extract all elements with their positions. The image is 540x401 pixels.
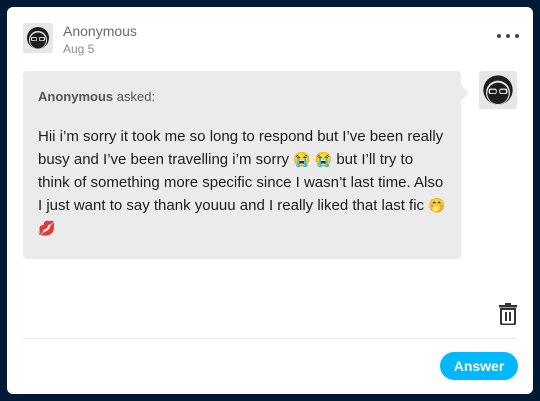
anonymous-sunglasses-icon (483, 75, 513, 105)
more-options-button[interactable] (497, 29, 519, 43)
ask-card: Anonymous Aug 5 Anonymous asked: Hii i’m… (7, 7, 533, 394)
crying-face-emoji: 😭 (293, 151, 311, 167)
asked-suffix: asked: (116, 89, 156, 104)
kiss-mark-emoji: 💋 (38, 220, 56, 236)
asked-line: Anonymous asked: (38, 89, 155, 104)
author-name[interactable]: Anonymous (63, 23, 137, 39)
trash-icon (499, 303, 517, 326)
answer-button[interactable]: Answer (440, 352, 518, 380)
anonymous-sunglasses-icon (27, 27, 49, 49)
ask-bubble: Anonymous asked: Hii i’m sorry it took m… (23, 71, 469, 259)
question-text: Hii i’m sorry it took me so long to resp… (38, 125, 448, 240)
post-meta: Anonymous Aug 5 (63, 23, 137, 57)
post-date: Aug 5 (63, 42, 95, 56)
author-avatar[interactable] (23, 23, 53, 53)
post-header: Anonymous Aug 5 (23, 23, 137, 57)
asker-avatar (479, 71, 517, 109)
crying-face-emoji: 😭 (314, 151, 333, 167)
asker-name: Anonymous (38, 89, 114, 104)
footer-divider (23, 338, 517, 339)
hand-over-mouth-emoji: 🤭 (428, 197, 446, 213)
delete-button[interactable] (498, 303, 518, 326)
more-dots-icon (497, 34, 501, 38)
